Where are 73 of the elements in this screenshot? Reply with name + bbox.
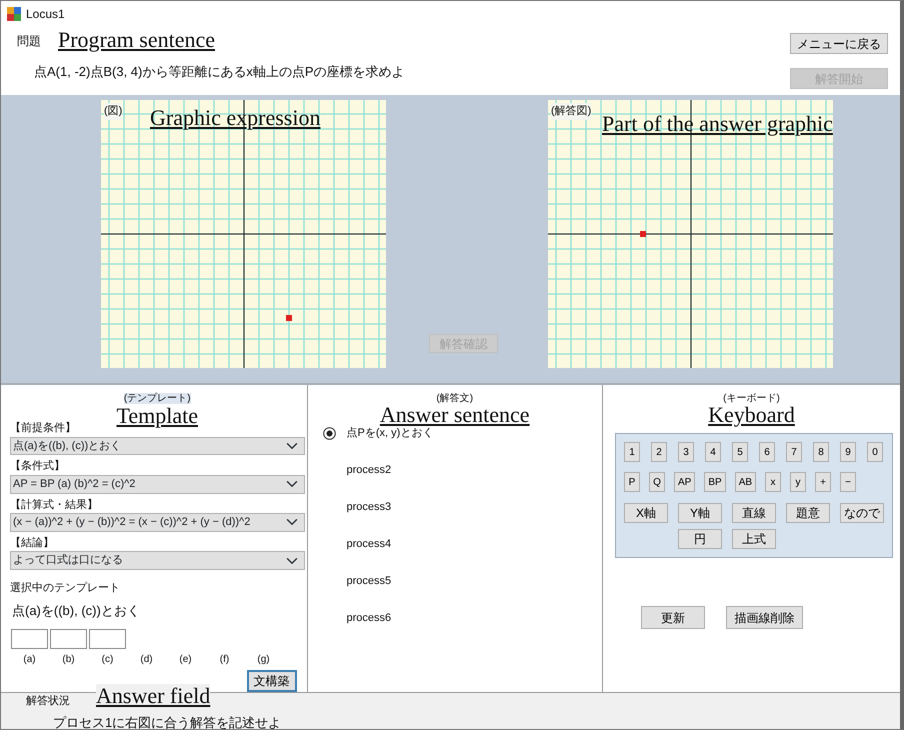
template-dropdown[interactable]: AP = BP (a) (b)^2 = (c)^2	[10, 474, 304, 494]
annotation-text: Template	[116, 403, 198, 428]
section-label: 【前提条件】	[10, 422, 76, 434]
section-label: 【計算式・結果】	[10, 498, 98, 511]
process-text[interactable]: process3	[346, 499, 392, 516]
annotation-text: Answer field	[96, 684, 210, 708]
slot-letter: (g)	[257, 653, 270, 667]
update-button[interactable]: 更新	[641, 606, 705, 630]
graph-label: (図)	[104, 103, 122, 120]
key-button[interactable]: なので	[840, 503, 884, 524]
key-button[interactable]: 7	[786, 442, 802, 462]
status-message: プロセス1に右図に合う解答を記述せよ	[53, 714, 282, 730]
key-button[interactable]: 1	[624, 442, 640, 462]
key-button[interactable]: 2	[651, 442, 667, 462]
process-text[interactable]: process2	[346, 462, 392, 479]
key-button[interactable]: 5	[732, 442, 748, 462]
key-button[interactable]: +	[815, 472, 832, 492]
problem-sentence: 点A(1, -2)点B(3, 4)から等距離にあるx軸上の点Pの座標を求めよ	[34, 63, 405, 81]
annotation-text: Program sentence	[58, 28, 215, 52]
key-button[interactable]: −	[840, 472, 856, 492]
key-button[interactable]: 直線	[732, 503, 776, 524]
key-button[interactable]: 上式	[732, 529, 776, 550]
key-button[interactable]: AB	[734, 472, 756, 492]
key-button[interactable]: Q	[649, 472, 665, 492]
key-button[interactable]: 6	[759, 442, 775, 462]
selected-template: 点(a)を((b), (c))とおく	[12, 602, 140, 618]
panel-heading: (キーボード)	[723, 393, 780, 404]
app-icon	[7, 6, 21, 20]
key-button[interactable]: 3	[678, 442, 694, 462]
section-label: 【結論】	[10, 536, 54, 549]
key-button[interactable]: AP	[674, 472, 696, 492]
section-label: 【条件式】	[10, 460, 65, 472]
slot-letter: (f)	[220, 653, 230, 667]
template-dropdown[interactable]: よって口式は口になる	[10, 551, 304, 570]
key-button[interactable]: 8	[813, 442, 829, 462]
slot-letter: (d)	[140, 653, 153, 667]
problem-label: 問題	[17, 33, 41, 50]
menu-button[interactable]: メニューに戻る	[790, 33, 888, 54]
process-text[interactable]: 点Pを(x, y)とおく	[346, 425, 434, 442]
build-button[interactable]: 文構築	[246, 670, 296, 692]
process-text[interactable]: process6	[346, 610, 392, 627]
key-button[interactable]: 4	[705, 442, 721, 462]
key-button[interactable]: BP	[704, 472, 726, 492]
template-dropdown[interactable]: (x − (a))^2 + (y − (b))^2 = (x − (c))^2 + (y − (d))^2	[10, 513, 304, 532]
panel-heading: (テンプレート)	[124, 393, 191, 404]
key-button[interactable]: P	[624, 472, 640, 492]
slot-letter: (e)	[179, 653, 192, 667]
process-text[interactable]: process4	[346, 536, 392, 553]
slot-letter: (a)	[23, 653, 36, 667]
key-button[interactable]: 9	[840, 442, 856, 462]
key-button[interactable]: 0	[867, 442, 883, 462]
input-field[interactable]	[89, 629, 126, 649]
input-field[interactable]	[50, 629, 87, 649]
graph-label: (解答図)	[551, 103, 592, 120]
key-button[interactable]: x	[765, 472, 782, 492]
process-text[interactable]: process5	[346, 573, 392, 590]
status-label: 解答状況	[26, 694, 70, 709]
input-field[interactable]	[11, 629, 48, 649]
annotation-text: Keyboard	[708, 402, 795, 427]
key-button[interactable]: X軸	[624, 503, 668, 524]
key-button[interactable]: Y軸	[678, 503, 722, 524]
panel-heading: (解答文)	[436, 393, 474, 404]
template-dropdown[interactable]: 点(a)を((b), (c))とおく	[10, 436, 304, 456]
key-button[interactable]: 円	[678, 529, 722, 550]
key-button[interactable]: y	[790, 472, 806, 492]
slot-letter: (c)	[102, 653, 114, 667]
window-title: Locus1	[26, 6, 65, 22]
key-button[interactable]: 題意	[786, 503, 830, 524]
annotation-text: Answer sentence	[380, 402, 530, 427]
clear-lines-button[interactable]: 描画線削除	[726, 606, 803, 630]
radio-button[interactable]	[322, 427, 336, 440]
selected-label: 選択中のテンプレート	[10, 582, 120, 594]
slot-letter: (b)	[62, 653, 75, 667]
